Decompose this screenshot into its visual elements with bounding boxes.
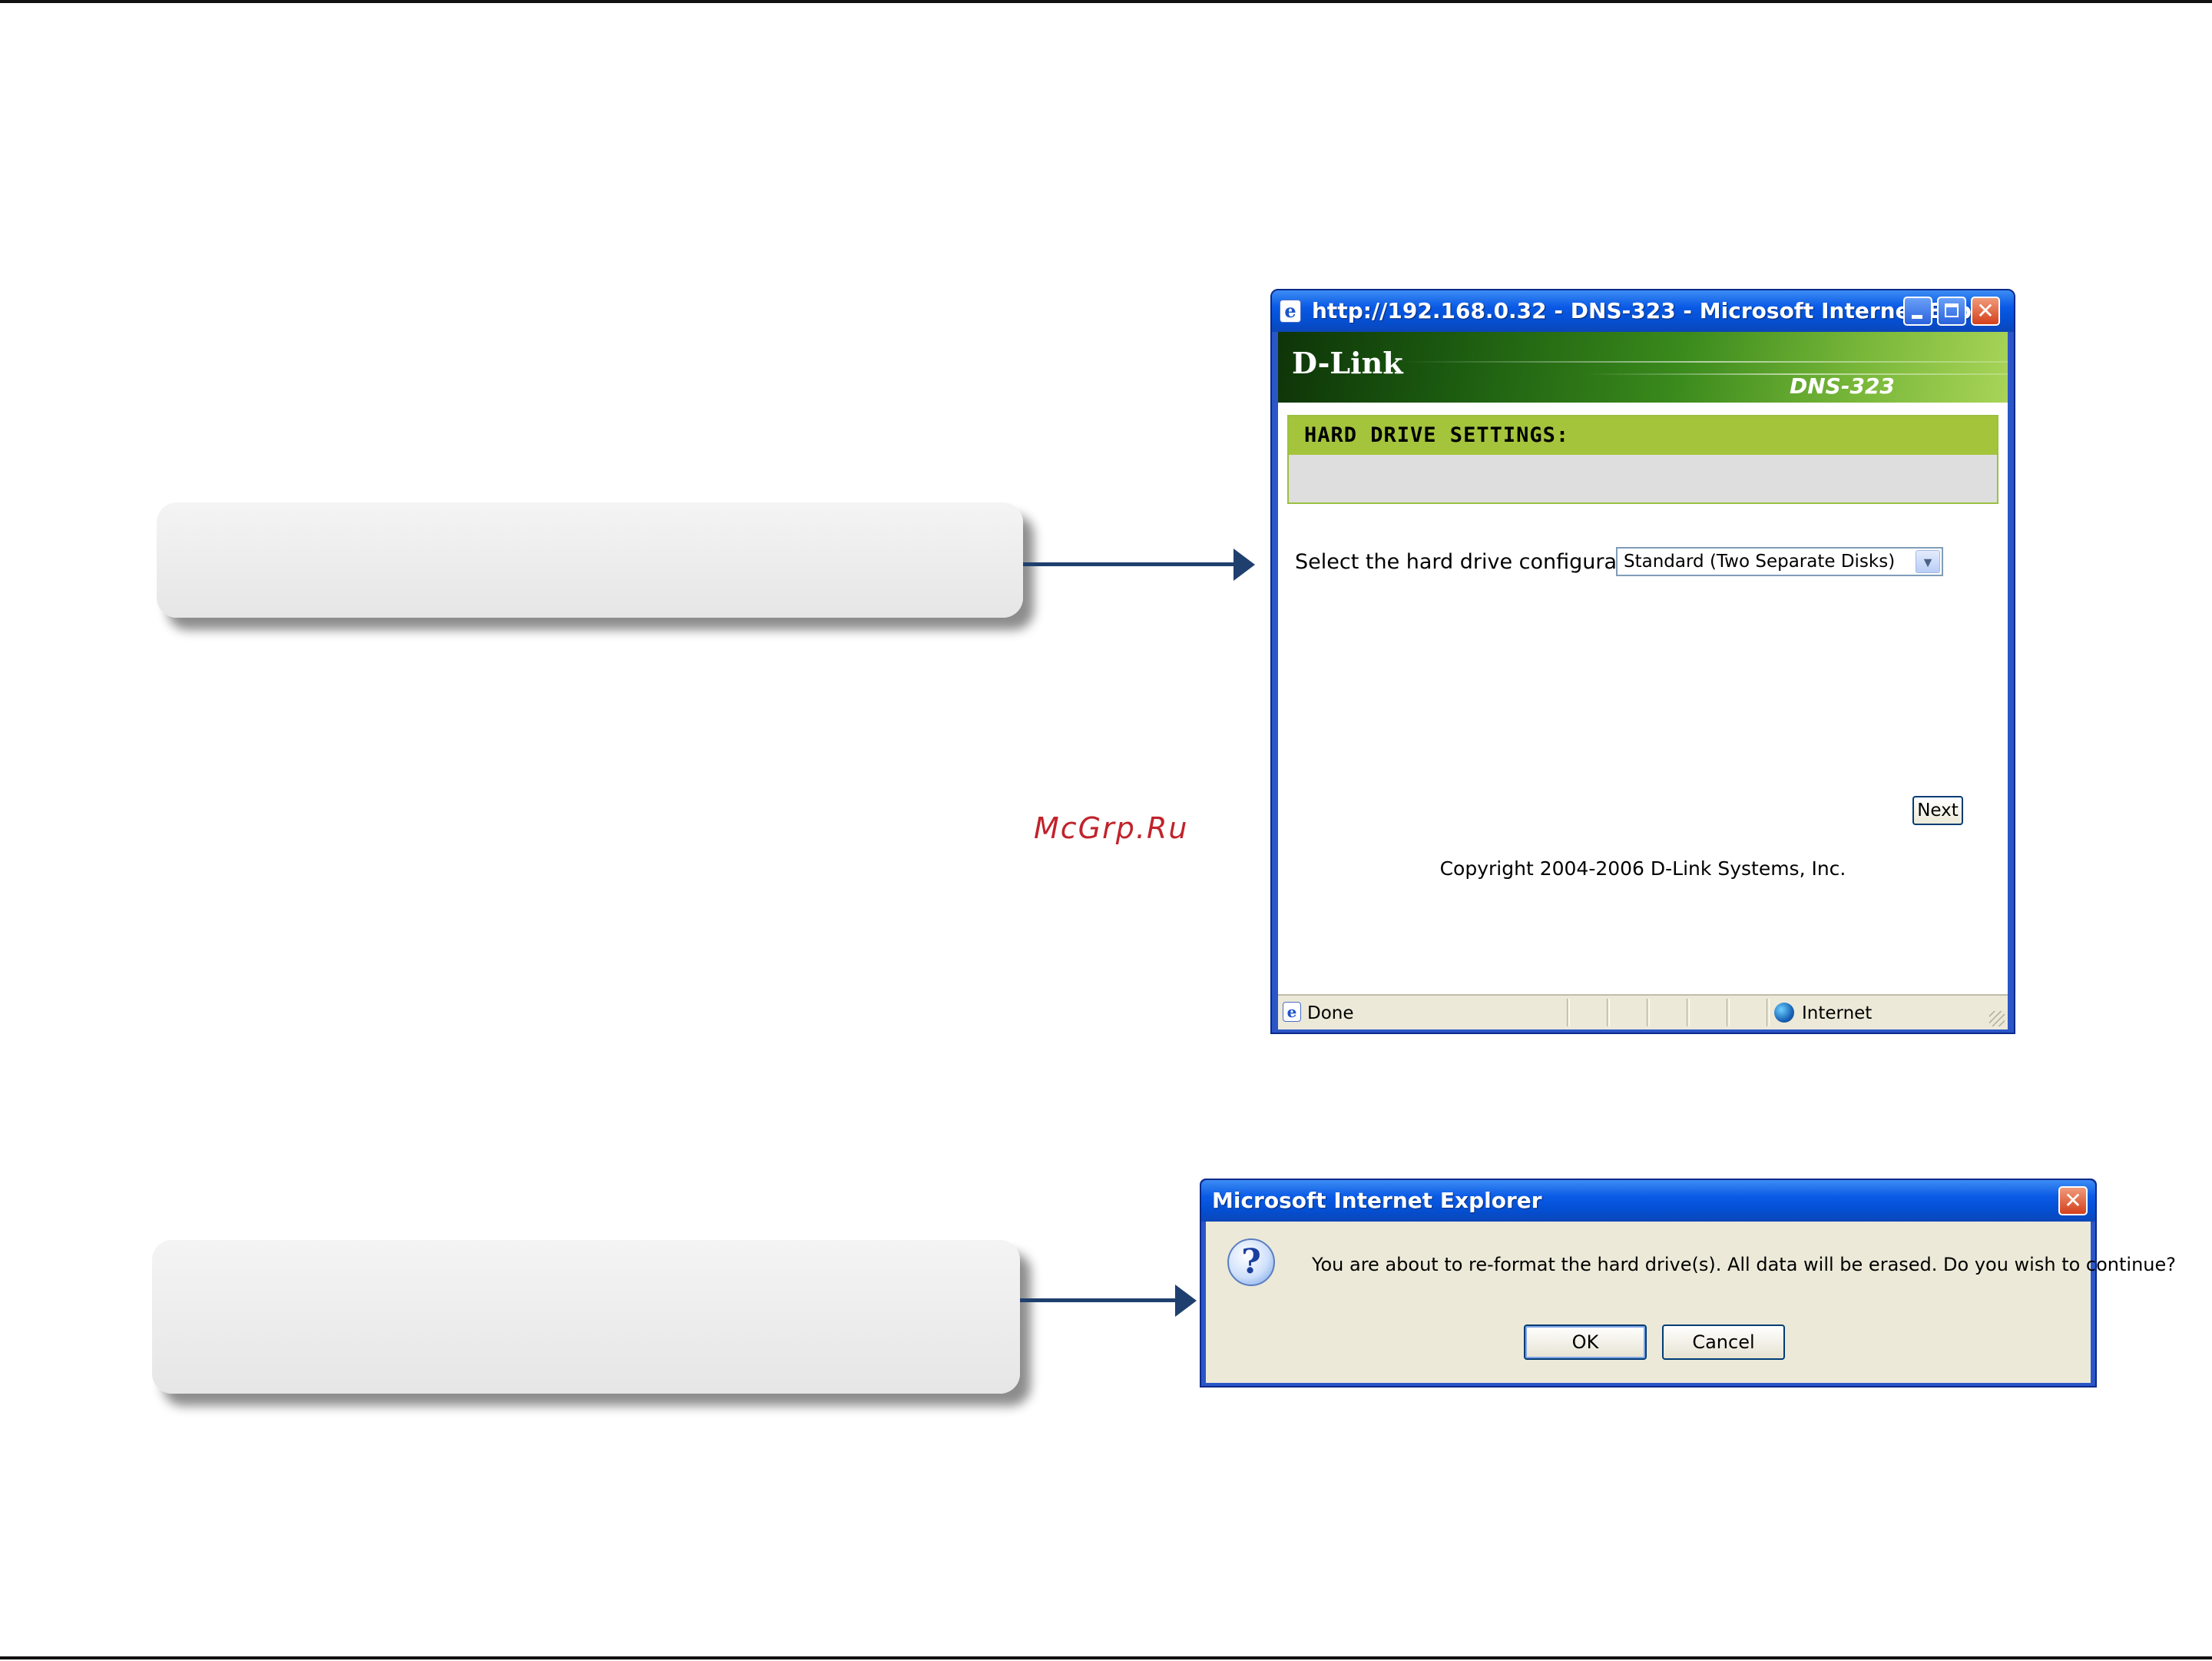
status-divider — [1607, 999, 1610, 1026]
dialog-titlebar[interactable]: Microsoft Internet Explorer ✕ — [1201, 1180, 2095, 1222]
browser-title: http://192.168.0.32 - DNS-323 - Microsof… — [1312, 298, 1996, 323]
close-icon: ✕ — [1976, 298, 1995, 323]
status-divider — [1567, 999, 1570, 1026]
section-title: HARD DRIVE SETTINGS: — [1289, 416, 1997, 455]
dlink-banner: D-Link DNS-323 — [1278, 332, 2008, 403]
status-divider — [1727, 999, 1730, 1026]
status-divider — [1767, 999, 1770, 1026]
banner-streak — [1401, 361, 2008, 363]
maximize-icon — [1945, 303, 1959, 317]
config-label: Select the hard drive configuration — [1295, 550, 1657, 574]
bottom-rule — [0, 1656, 2212, 1659]
callout-box-bottom — [152, 1240, 1020, 1394]
cancel-button[interactable]: Cancel — [1662, 1324, 1785, 1360]
config-select-value: Standard (Two Separate Disks) — [1624, 552, 1896, 572]
arrow-head-bottom — [1175, 1285, 1197, 1317]
arrow-line-top — [1023, 562, 1240, 566]
top-rule — [0, 0, 2212, 3]
browser-titlebar[interactable]: e http://192.168.0.32 - DNS-323 - Micros… — [1272, 290, 2014, 332]
status-text: Done — [1307, 1003, 1354, 1023]
maximize-button[interactable] — [1937, 297, 1966, 326]
close-icon: ✕ — [2064, 1188, 2082, 1213]
copyright-text: Copyright 2004-2006 D-Link Systems, Inc. — [1439, 857, 1846, 880]
next-button[interactable]: Next — [1912, 796, 1963, 825]
dialog-body: ? You are about to re-format the hard dr… — [1206, 1222, 2176, 1383]
config-select[interactable]: Standard (Two Separate Disks) ▼ — [1616, 547, 1943, 576]
status-divider — [1647, 999, 1650, 1026]
confirm-dialog: Microsoft Internet Explorer ✕ ? You are … — [1200, 1179, 2176, 1387]
question-icon: ? — [1227, 1238, 1275, 1286]
browser-content: D-Link DNS-323 HARD DRIVE SETTINGS: Sele… — [1278, 332, 2008, 1029]
status-zone: Internet — [1802, 1003, 1873, 1023]
ie-icon: e — [1283, 1002, 1301, 1022]
model-label: DNS-323 — [1790, 373, 1895, 399]
hard-drive-settings-section: HARD DRIVE SETTINGS: — [1287, 415, 1998, 504]
status-bar: e Done Internet — [1278, 994, 2008, 1029]
chevron-down-icon[interactable]: ▼ — [1916, 550, 1940, 573]
callout-box-top — [157, 502, 1023, 618]
browser-window: e http://192.168.0.32 - DNS-323 - Micros… — [1270, 289, 2015, 1034]
watermark-text: McGrp.Ru — [1034, 811, 1189, 845]
arrow-line-bottom — [1020, 1298, 1189, 1302]
dialog-title: Microsoft Internet Explorer — [1212, 1188, 1542, 1213]
status-divider — [1687, 999, 1690, 1026]
arrow-head-top — [1233, 549, 1255, 581]
close-button[interactable]: ✕ — [1971, 297, 2000, 326]
dialog-close-button[interactable]: ✕ — [2058, 1186, 2088, 1215]
globe-icon — [1774, 1003, 1794, 1023]
dlink-logo: D-Link — [1292, 346, 1403, 380]
resize-grip-icon[interactable] — [1989, 1011, 2005, 1026]
minimize-icon — [1912, 315, 1922, 319]
minimize-button[interactable] — [1903, 297, 1932, 326]
dialog-message: You are about to re-format the hard driv… — [1312, 1254, 2177, 1275]
ie-icon: e — [1280, 300, 1301, 323]
ok-button[interactable]: OK — [1524, 1324, 1647, 1360]
